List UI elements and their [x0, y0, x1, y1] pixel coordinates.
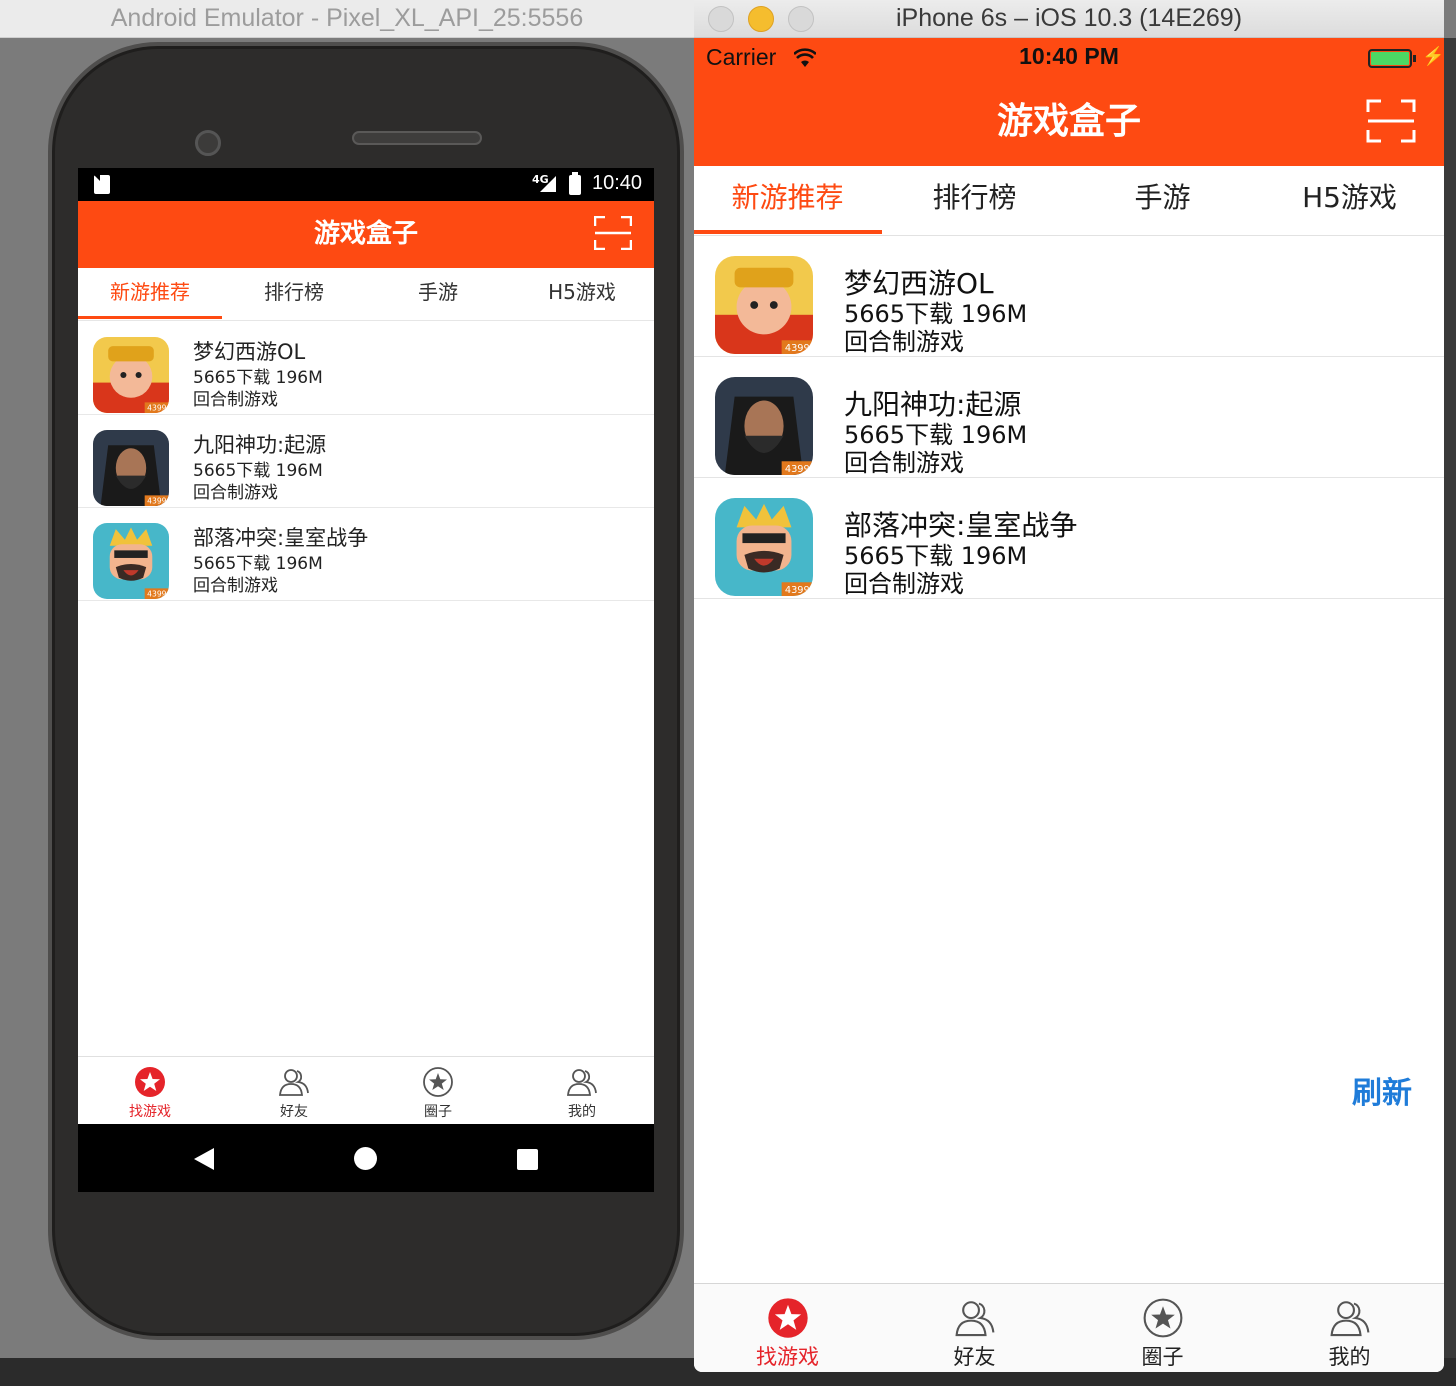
android-screen: 4G 10:40 游戏盒子 新游推荐 排行榜 手游 H5游戏 4399 梦幻西游… — [78, 168, 654, 1192]
refresh-button[interactable]: 刷新 — [1352, 1068, 1412, 1112]
star-outline-icon — [423, 1067, 453, 1097]
android-nav-bar — [78, 1124, 654, 1192]
game-icon: 4399 — [715, 377, 813, 475]
friends-icon — [279, 1069, 309, 1096]
bottom-tab-bar: 找游戏 好友 圈子 我的 — [78, 1056, 654, 1124]
svg-text:4399: 4399 — [785, 343, 810, 354]
desktop-right-edge — [1444, 38, 1456, 1358]
page-title: 游戏盒子 — [996, 101, 1141, 142]
tabbar-label: 好友 — [280, 1104, 308, 1120]
profile-icon — [1329, 1301, 1369, 1337]
game-list: 4399 梦幻西游OL 5665下载 196M 回合制游戏 4399 九阳神功:… — [78, 322, 654, 601]
zoom-window-button[interactable] — [788, 6, 814, 32]
android-status-bar: 4G 10:40 — [78, 168, 654, 201]
tab-mobile-games[interactable]: 手游 — [366, 268, 510, 321]
tabbar-label: 找游戏 — [129, 1104, 171, 1120]
earpiece-speaker — [352, 131, 482, 145]
ios-clock: 10:40 PM — [1019, 43, 1119, 69]
app-header: 游戏盒子 — [78, 201, 654, 268]
android-clock: 10:40 — [592, 172, 643, 194]
ios-simulator-window: iPhone 6s – iOS 10.3 (14E269) Carrier 10… — [694, 0, 1444, 1372]
star-circle-icon — [767, 1298, 808, 1338]
list-item[interactable]: 4399 九阳神功:起源 5665下载 196M 回合制游戏 — [78, 415, 654, 508]
signal-icon — [540, 176, 556, 192]
game-name: 九阳神功:起源 — [193, 433, 327, 457]
svg-text:4399: 4399 — [785, 585, 810, 596]
game-category: 回合制游戏 — [193, 576, 278, 596]
tabbar-label: 圈子 — [1141, 1345, 1184, 1369]
game-icon: 4399 — [715, 256, 813, 354]
scan-icon[interactable] — [1366, 99, 1416, 143]
tabbar-friends[interactable]: 好友 — [881, 1284, 1068, 1372]
game-category: 回合制游戏 — [844, 570, 964, 598]
battery-icon — [569, 172, 581, 195]
svg-text:4399: 4399 — [147, 497, 166, 506]
tabbar-find-games[interactable]: 找游戏 — [78, 1057, 222, 1125]
game-icon: 4399 — [93, 523, 169, 599]
star-outline-icon — [1143, 1298, 1182, 1338]
tabbar-circle[interactable]: 圈子 — [366, 1057, 510, 1125]
active-tab-indicator — [694, 230, 882, 234]
android-window-title: Android Emulator - Pixel_XL_API_25:5556 — [0, 0, 694, 38]
tab-new-games[interactable]: 新游推荐 — [694, 166, 881, 234]
active-tab-indicator — [78, 316, 222, 319]
tabbar-friends[interactable]: 好友 — [222, 1057, 366, 1125]
back-icon[interactable] — [194, 1148, 214, 1170]
game-category: 回合制游戏 — [193, 390, 278, 410]
list-item[interactable]: 4399 部落冲突:皇室战争 5665下载 196M 回合制游戏 — [78, 508, 654, 601]
tabbar-mine[interactable]: 我的 — [510, 1057, 654, 1125]
charging-icon: ⚡ — [1422, 46, 1444, 66]
game-category: 回合制游戏 — [193, 483, 278, 503]
tabbar-circle[interactable]: 圈子 — [1069, 1284, 1256, 1372]
game-icon: 4399 — [93, 430, 169, 506]
category-tabs: 新游推荐 排行榜 手游 H5游戏 — [78, 268, 654, 321]
game-icon: 4399 — [715, 498, 813, 596]
recents-icon[interactable] — [517, 1149, 538, 1170]
ios-status-bar: Carrier 10:40 PM ⚡ — [694, 38, 1444, 78]
close-window-button[interactable] — [708, 6, 734, 32]
tabbar-find-games[interactable]: 找游戏 — [694, 1284, 881, 1372]
tabbar-label: 找游戏 — [756, 1345, 819, 1369]
game-icon: 4399 — [93, 337, 169, 413]
ios-window-title-text: iPhone 6s – iOS 10.3 (14E269) — [895, 4, 1243, 32]
battery-icon — [1368, 49, 1412, 68]
svg-text:4399: 4399 — [147, 590, 166, 599]
list-item[interactable]: 4399 九阳神功:起源 5665下载 196M 回合制游戏 — [694, 357, 1444, 478]
ios-window-title: iPhone 6s – iOS 10.3 (14E269) — [694, 0, 1444, 38]
home-icon[interactable] — [354, 1147, 377, 1170]
list-item[interactable]: 4399 梦幻西游OL 5665下载 196M 回合制游戏 — [78, 322, 654, 415]
tabbar-label: 好友 — [953, 1345, 996, 1369]
tab-h5-games[interactable]: H5游戏 — [510, 268, 654, 321]
tabbar-label: 我的 — [568, 1104, 596, 1120]
svg-text:4399: 4399 — [785, 464, 810, 475]
bottom-tab-bar: 找游戏 好友 圈子 我的 — [694, 1283, 1444, 1372]
front-camera — [195, 130, 221, 156]
sd-card-icon — [94, 175, 110, 194]
scan-icon[interactable] — [593, 215, 633, 251]
android-emulator-window: Android Emulator - Pixel_XL_API_25:5556 … — [0, 0, 694, 1358]
tabbar-mine[interactable]: 我的 — [1256, 1284, 1443, 1372]
profile-icon — [567, 1069, 597, 1096]
tabbar-label: 我的 — [1328, 1345, 1371, 1369]
game-name: 部落冲突:皇室战争 — [193, 526, 369, 550]
star-circle-icon — [135, 1067, 165, 1097]
friends-icon — [954, 1301, 994, 1337]
list-item[interactable]: 4399 梦幻西游OL 5665下载 196M 回合制游戏 — [694, 236, 1444, 357]
tab-h5-games[interactable]: H5游戏 — [1256, 166, 1443, 234]
list-item[interactable]: 4399 部落冲突:皇室战争 5665下载 196M 回合制游戏 — [694, 478, 1444, 599]
svg-text:4399: 4399 — [147, 404, 166, 413]
tab-new-games[interactable]: 新游推荐 — [78, 268, 222, 321]
game-category: 回合制游戏 — [844, 449, 964, 477]
game-list: 4399 梦幻西游OL 5665下载 196M 回合制游戏 4399 九阳神功:… — [694, 236, 1444, 599]
app-header: 游戏盒子 — [694, 78, 1444, 166]
page-title: 游戏盒子 — [313, 219, 418, 249]
game-name: 梦幻西游OL — [193, 340, 306, 364]
tabbar-label: 圈子 — [424, 1104, 452, 1120]
tab-ranking[interactable]: 排行榜 — [222, 268, 366, 321]
game-category: 回合制游戏 — [844, 328, 964, 356]
tab-mobile-games[interactable]: 手游 — [1069, 166, 1256, 234]
minimize-window-button[interactable] — [748, 6, 774, 32]
category-tabs: 新游推荐 排行榜 手游 H5游戏 — [694, 166, 1444, 236]
tab-ranking[interactable]: 排行榜 — [881, 166, 1068, 234]
